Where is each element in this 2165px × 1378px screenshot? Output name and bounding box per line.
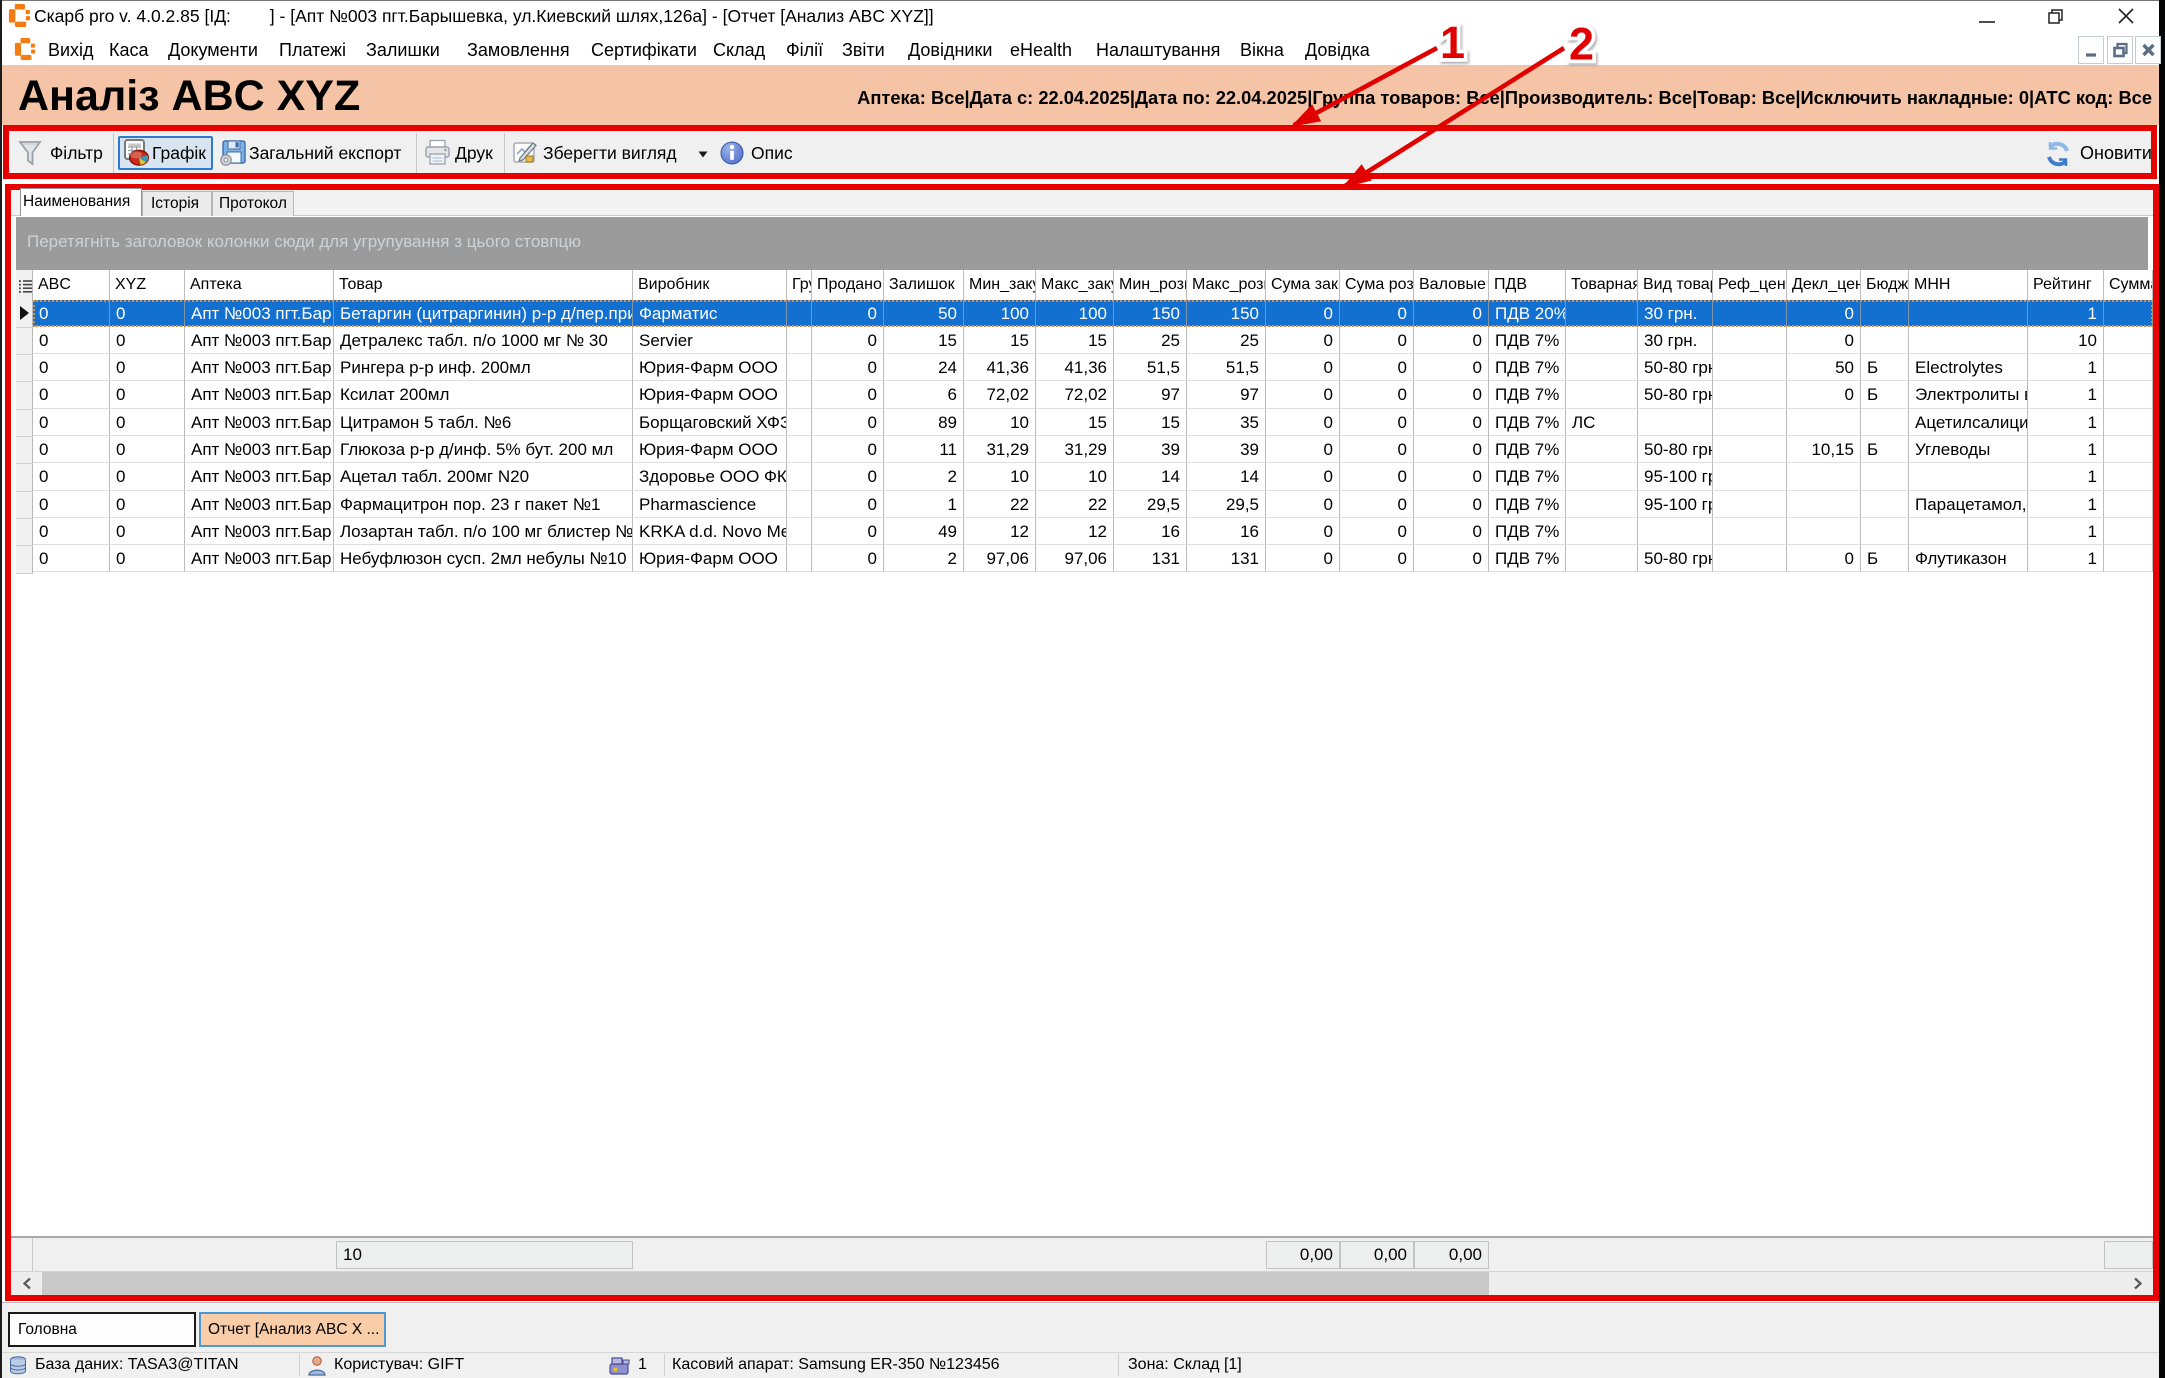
svg-text:1: 1 xyxy=(1440,17,1465,68)
svg-text:2: 2 xyxy=(1569,19,1594,70)
